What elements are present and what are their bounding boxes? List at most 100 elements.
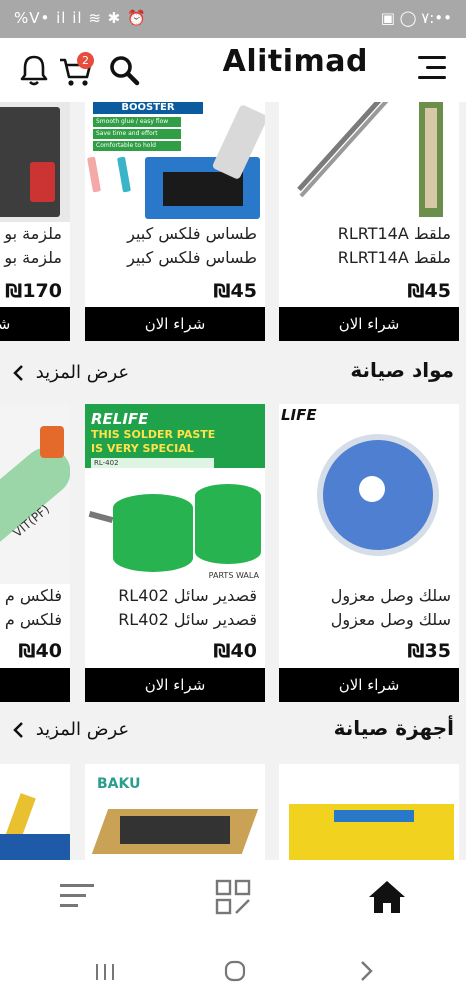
product-image: LIFE <box>279 404 459 584</box>
product-card[interactable] <box>279 764 459 860</box>
bottom-navigation <box>0 860 466 938</box>
device-shape <box>0 834 70 860</box>
product-image: VIT(PF) <box>0 404 70 584</box>
section-title-maintenance-devices: أجهزة صيانة <box>333 716 454 740</box>
product-price: ₪35 <box>407 640 451 662</box>
menu-icon-line <box>418 76 446 79</box>
product-image: RELIFE THIS SOLDER PASTE IS VERY SPECIAL… <box>85 404 265 584</box>
product-title: طساس فلكس كبير <box>127 248 257 267</box>
product-title: قصدير سائل RL402 <box>118 586 257 605</box>
image-brand-text: BAKU <box>97 776 141 792</box>
product-image <box>0 102 70 222</box>
product-card[interactable]: VIT(PF) فلكس م فلكس م ₪40 ش <box>0 404 70 702</box>
product-title: طساس فلكس كبير <box>127 224 257 243</box>
image-feature-text: Comfortable to hold <box>93 141 181 151</box>
product-card[interactable]: BAKU <box>85 764 265 860</box>
section-title-maintenance-materials: مواد صيانة <box>350 358 454 382</box>
nav-filter-button[interactable] <box>58 880 98 914</box>
buy-now-button[interactable]: شراء الان <box>279 668 459 702</box>
menu-icon-line <box>426 66 446 69</box>
product-title: ملزمة بو <box>4 248 62 267</box>
product-title: فلكس م <box>4 586 62 605</box>
status-left-icons: %V• il il ≋ ✱ ⏰ <box>14 9 147 27</box>
home-system-button[interactable] <box>222 958 248 984</box>
image-brand-text: RELIFE <box>91 410 149 428</box>
tweezer-shape <box>299 102 390 198</box>
image-banner-text: BOOSTER <box>93 102 203 114</box>
back-button[interactable] <box>354 958 378 984</box>
recent-apps-icon <box>96 964 114 980</box>
nav-categories-button[interactable] <box>214 878 252 916</box>
categories-icon <box>215 879 251 915</box>
syringe-cap-shape <box>40 426 64 458</box>
product-title: قصدير سائل RL402 <box>118 610 257 629</box>
app-header: 2 Alitimad <box>0 38 466 102</box>
show-more-link[interactable]: عرض المزيد <box>12 719 129 740</box>
image-feature-text: Save time and effort <box>93 129 181 139</box>
image-brand-text: LIFE <box>281 406 317 424</box>
product-title: ملقط RLRT14A <box>337 248 451 267</box>
product-price: ₪45 <box>213 280 257 302</box>
home-circle-icon <box>224 960 246 982</box>
needle-shape <box>87 156 101 193</box>
menu-button[interactable] <box>418 56 446 80</box>
device-shape <box>120 816 230 844</box>
status-right-icons: ▣ ◯ ٧:•• <box>380 9 452 27</box>
product-card[interactable]: ملقط RLRT14A ملقط RLRT14A ₪45 شراء الان <box>279 102 459 341</box>
solder-jar-shape <box>113 494 193 572</box>
sort-icon <box>60 884 94 907</box>
image-watermark-text: PARTS WALA <box>208 571 259 580</box>
bell-icon <box>20 55 48 86</box>
recent-apps-button[interactable] <box>92 960 118 984</box>
product-price: ₪170 <box>5 280 62 302</box>
search-button[interactable] <box>104 50 144 90</box>
product-price: ₪40 <box>213 640 257 662</box>
device-shape <box>334 810 414 822</box>
notifications-button[interactable] <box>14 50 54 90</box>
buy-now-button[interactable]: شراء الان <box>85 668 265 702</box>
image-feature-text: Smooth glue / easy flow <box>93 117 181 127</box>
chevron-right-icon <box>361 961 373 981</box>
chevron-left-icon <box>13 365 23 381</box>
chevron-left-icon <box>13 722 23 738</box>
product-image <box>0 764 70 860</box>
buy-now-button[interactable]: ش <box>0 668 70 702</box>
product-title: فلكس م <box>4 610 62 629</box>
product-card[interactable]: BOOSTER Smooth glue / easy flow Save tim… <box>85 102 265 341</box>
product-card[interactable]: ملزمة بو ملزمة بو ₪170 شراء الان <box>0 102 70 341</box>
image-subtitle-text: RL-402 <box>91 458 214 468</box>
product-image <box>279 102 459 222</box>
product-title: سلك وصل معزول <box>330 586 451 605</box>
cart-count-badge: 2 <box>77 52 94 69</box>
package-shape <box>425 108 437 208</box>
product-price: ₪45 <box>407 280 451 302</box>
cart-button[interactable]: 2 <box>56 50 96 90</box>
menu-icon-line <box>418 56 446 59</box>
tool-image-shape <box>30 162 55 202</box>
home-icon <box>369 881 405 913</box>
buy-now-button[interactable]: شراء الان <box>0 307 70 341</box>
buy-now-button[interactable]: شراء الان <box>279 307 459 341</box>
status-bar: %V• il il ≋ ✱ ⏰ ▣ ◯ ٧:•• <box>0 0 466 38</box>
product-card[interactable]: RELIFE THIS SOLDER PASTE IS VERY SPECIAL… <box>85 404 265 702</box>
product-card[interactable]: LIFE سلك وصل معزول سلك وصل معزول ₪35 شرا… <box>279 404 459 702</box>
board-shape <box>163 172 243 206</box>
show-more-link[interactable]: عرض المزيد <box>12 362 129 383</box>
app-brand-title: Alitimad <box>222 44 368 79</box>
buy-now-button[interactable]: شراء الان <box>85 307 265 341</box>
wire-spool-hub-shape <box>359 476 385 502</box>
solder-jar-shape <box>195 484 261 564</box>
image-headline-text: THIS SOLDER PASTE <box>91 428 216 441</box>
product-price: ₪40 <box>18 640 62 662</box>
product-image <box>279 764 459 860</box>
products-row-3: BAKU <box>0 764 466 860</box>
nav-home-button[interactable] <box>366 876 408 918</box>
products-row-1: ملزمة بو ملزمة بو ₪170 شراء الان BOOSTER… <box>0 102 466 342</box>
system-navigation-bar <box>0 938 466 1000</box>
needle-shape <box>117 156 131 193</box>
product-image: BOOSTER Smooth glue / easy flow Save tim… <box>85 102 265 222</box>
show-more-label: عرض المزيد <box>35 719 130 740</box>
product-image: BAKU <box>85 764 265 860</box>
home-content: ملزمة بو ملزمة بو ₪170 شراء الان BOOSTER… <box>0 102 466 860</box>
product-card[interactable] <box>0 764 70 860</box>
